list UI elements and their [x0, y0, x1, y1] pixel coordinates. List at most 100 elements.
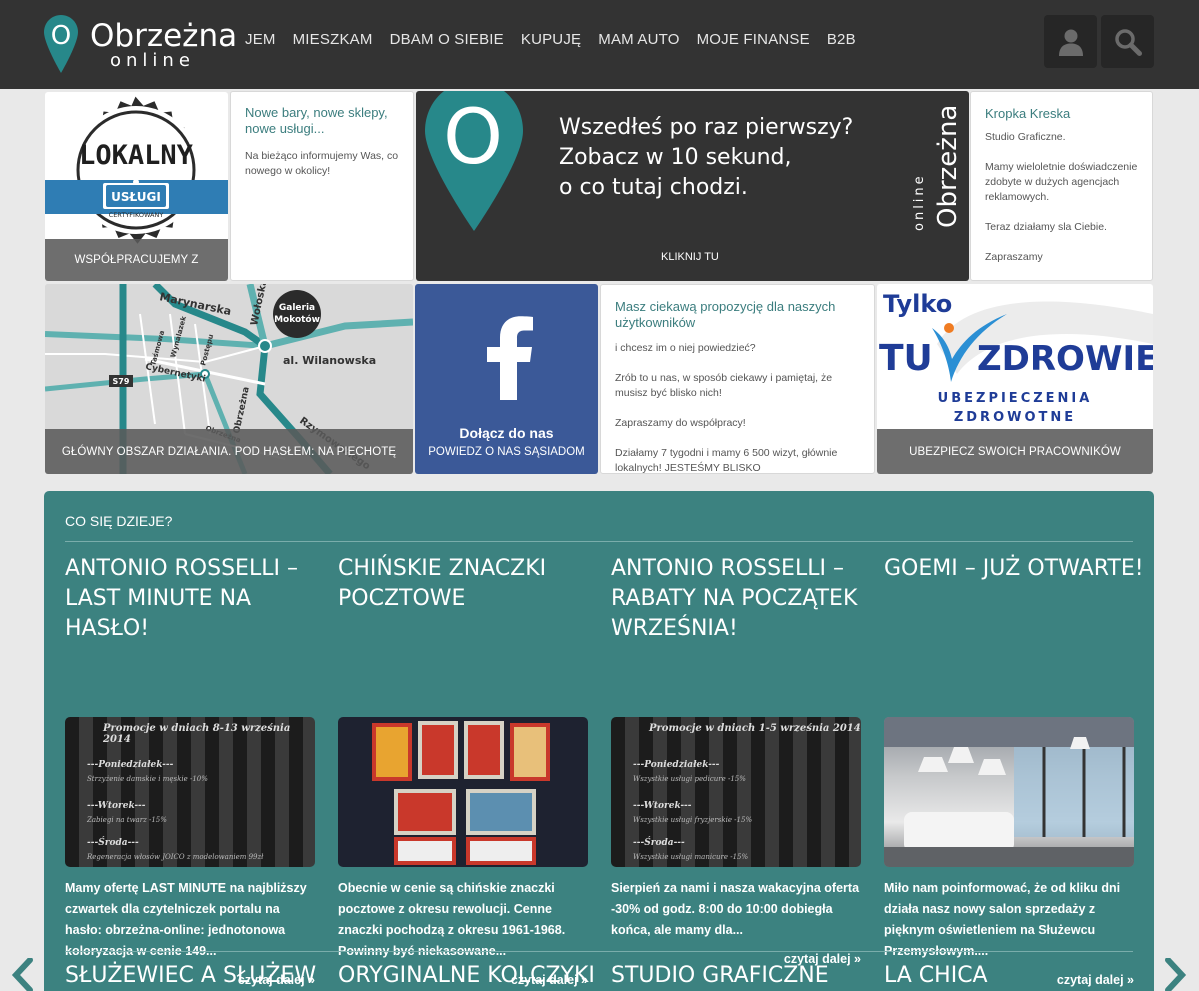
main-nav: JEM MIESZKAM DBAM O SIEBIE KUPUJĘ MAM AU… — [245, 31, 873, 48]
promo-line: ---Środa--- — [633, 838, 685, 848]
logo-sub1: UBEZPIECZENIA — [938, 391, 1093, 406]
badge-top-text: LOKALNY — [79, 140, 194, 171]
tile-text: Na bieżąco informujemy Was, co nowego w … — [245, 150, 399, 177]
article-title[interactable]: SŁUŻEWIEC A SŁUŻEW — [65, 963, 316, 988]
vertical-brand-big: Obrzeżna — [933, 104, 963, 228]
vertical-brand: online — [910, 171, 928, 231]
intro-line-1: Wszedłeś po raz pierwszy? — [559, 115, 854, 140]
logo-sub2: ZDROWOTNE — [954, 410, 1076, 425]
logo-zdrowie: ZDROWIE — [977, 339, 1153, 379]
stamps-photo — [372, 721, 550, 865]
badge-bottom-text: CERTYFIKOWANY — [109, 211, 164, 219]
promo-line: ---Środa--- — [87, 838, 139, 848]
map-label-mokotow: Mokotów — [274, 314, 320, 325]
tile-intro-video[interactable]: O Wszedłeś po raz pierwszy? Zobacz w 10 … — [416, 91, 969, 281]
nav-item-b2b[interactable]: B2B — [827, 31, 856, 48]
intro-cta[interactable]: KLIKNIJ TU — [661, 251, 719, 263]
logo-tu: TU — [879, 338, 933, 379]
nav-item-mieszkam[interactable]: MIESZKAM — [293, 31, 373, 48]
article-excerpt: Mamy ofertę LAST MINUTE na najbliższy cz… — [65, 881, 307, 958]
site-header: O Obrzeżna online JEM MIESZKAM DBAM O SI… — [0, 0, 1199, 89]
tile-title: Nowe bary, nowe sklepy, nowe usługi... — [245, 105, 388, 136]
promo-line: Wszystkie usługi pedicure -15% — [633, 775, 746, 783]
tile-propozycja[interactable]: Masz ciekawą propozycję dla naszych użyt… — [600, 284, 875, 474]
promo-heading: Promocje w dniach 8-13 września 2014 — [103, 723, 291, 745]
article-title[interactable]: CHIŃSKIE ZNACZKI POCZTOWE — [338, 554, 588, 614]
promo-line: ---Poniedziałek--- — [87, 760, 174, 770]
site-logo[interactable]: O Obrzeżna online — [44, 13, 237, 73]
logo-sub-text: online — [110, 50, 195, 71]
tile-caption: UBEZPIECZ SWOICH PRACOWNIKÓW — [877, 429, 1153, 474]
tile-title: Kropka Kreska — [985, 106, 1071, 121]
svg-text:O: O — [443, 92, 503, 181]
map-pin-logo-icon: O — [44, 15, 78, 73]
tile-map[interactable]: Galeria Mokotów Marynarska Wołoska al. W… — [45, 284, 413, 474]
article-image[interactable]: Promocje w dniach 1-5 września 2014 ---P… — [611, 717, 861, 867]
tile-title: Masz ciekawą propozycję dla naszych użyt… — [615, 299, 836, 330]
promo-line: Regeneracja włosów JOICO z modelowaniem … — [87, 853, 264, 861]
promo-line: Zabiegi na twarz -15% — [87, 816, 167, 824]
intro-text: Wszedłeś po raz pierwszy? Zobacz w 10 se… — [559, 113, 853, 203]
tile-caption: WSPÓŁPRACUJEMY Z — [45, 239, 228, 281]
vertical-brand-small: online — [912, 173, 927, 231]
tu-zdrowie-logo: Tylko TU ZDROWIE UBEZPIECZENIA ZDROWOTNE — [879, 290, 1153, 425]
chevron-right-icon[interactable] — [1164, 958, 1188, 991]
article-title[interactable]: ANTONIO ROSSELLI – LAST MINUTE NA HASŁO! — [65, 554, 315, 644]
tile-tylko-tu-zdrowie[interactable]: Tylko TU ZDROWIE UBEZPIECZENIA ZDROWOTNE… — [877, 284, 1153, 474]
badge-ribbon-text: USŁUGI — [111, 190, 161, 204]
logo-tylko: Tylko — [883, 290, 952, 318]
promo-line: ---Wtorek--- — [633, 801, 692, 811]
facebook-subtitle: POWIEDZ O NAS SĄSIADOM — [428, 446, 585, 458]
tile-nowe-bary[interactable]: Nowe bary, nowe sklepy, nowe usługi... N… — [230, 91, 414, 281]
promo-line: ---Wtorek--- — [87, 801, 146, 811]
tile-kropka-kreska[interactable]: Kropka Kreska Studio Graficzne. Mamy wie… — [970, 91, 1153, 281]
section-title: CO SIĘ DZIEJE? — [65, 513, 173, 529]
promo-line: ---Poniedziałek--- — [633, 760, 720, 770]
promo-line: Wszystkie usługi manicure -15% — [633, 853, 749, 861]
map-label-wilanowska: al. Wilanowska — [283, 354, 376, 367]
svg-text:O: O — [51, 21, 71, 51]
article-excerpt: Miło nam poinformować, że od kliku dni d… — [884, 881, 1121, 958]
map-label-s79: S79 — [113, 377, 130, 386]
tile-text: Studio Graficzne. Mamy wieloletnie doświ… — [985, 131, 1138, 263]
article-excerpt: Obecnie w cenie są chińskie znaczki pocz… — [338, 881, 566, 958]
tile-lokalny-uslugi[interactable]: CERTYFIKOWANY LOKALNY USŁUGI WSPÓŁPRACUJ… — [45, 92, 228, 281]
user-button[interactable] — [1044, 15, 1097, 68]
facebook-title: Dołącz do nas — [459, 425, 554, 441]
read-more-link[interactable]: czytaj dalej » — [1057, 973, 1134, 987]
article-image[interactable] — [884, 717, 1134, 867]
article-image[interactable] — [338, 717, 588, 867]
article-title[interactable]: STUDIO GRAFICZNE — [611, 963, 829, 988]
nav-item-moje-finanse[interactable]: MOJE FINANSE — [697, 31, 810, 48]
article-excerpt: Sierpień za nami i nasza wakacyjna ofert… — [611, 881, 860, 937]
tile-text: i chcesz im o niej powiedzieć? Zrób to u… — [615, 342, 838, 474]
facebook-icon — [487, 316, 533, 400]
tile-facebook[interactable]: Dołącz do nas POWIEDZ O NAS SĄSIADOM — [415, 284, 598, 474]
article-title[interactable]: ORYGINALNE KOLCZYKI — [338, 963, 595, 988]
intro-line-3: o co tutaj chodzi. — [559, 175, 748, 200]
article-title[interactable]: LA CHICA — [884, 963, 988, 988]
nav-item-kupuje[interactable]: KUPUJĘ — [521, 31, 581, 48]
nav-item-mam-auto[interactable]: MAM AUTO — [598, 31, 679, 48]
map-pin-icon: O — [425, 91, 523, 231]
vertical-brand-big-wrap: Obrzeżna — [933, 105, 963, 228]
chevron-left-icon[interactable] — [10, 958, 34, 991]
tile-caption: GŁÓWNY OBSZAR DZIAŁANIA. POD HASŁEM: NA … — [45, 429, 413, 474]
promo-heading: Promocje w dniach 1-5 września 2014 — [649, 723, 861, 734]
article-image[interactable]: Promocje w dniach 8-13 września 2014 ---… — [65, 717, 315, 867]
user-icon — [1058, 29, 1083, 56]
nav-item-jem[interactable]: JEM — [245, 31, 276, 48]
map-label-galeria: Galeria — [279, 303, 315, 313]
news-section: CO SIĘ DZIEJE? ANTONIO ROSSELLI – LAST M… — [44, 491, 1154, 991]
promo-line: Wszystkie usługi fryzjerskie -15% — [633, 816, 753, 824]
search-icon — [1114, 28, 1142, 56]
nav-item-dbam-o-siebie[interactable]: DBAM O SIEBIE — [390, 31, 504, 48]
promo-line: Strzyżenie damskie i męskie -10% — [87, 775, 208, 783]
section-divider — [65, 541, 1133, 542]
intro-line-2: Zobacz w 10 sekund, — [559, 145, 792, 170]
article-title[interactable]: ANTONIO ROSSELLI – RABATY NA POCZĄTEK WR… — [611, 554, 861, 644]
section-divider — [65, 951, 1133, 952]
search-button[interactable] — [1101, 15, 1154, 68]
article-title[interactable]: GOEMI – JUŻ OTWARTE! — [884, 554, 1144, 584]
logo-main-text: Obrzeżna — [90, 18, 238, 54]
